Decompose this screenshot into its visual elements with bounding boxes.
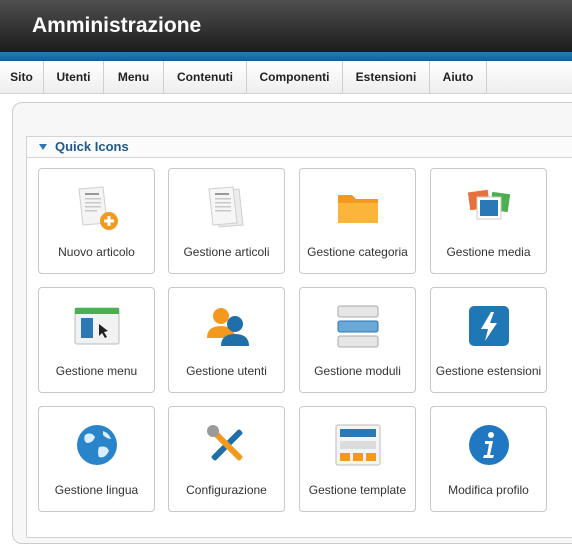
quick-icons-title: Quick Icons [55, 139, 129, 154]
tile-gestione-categoria[interactable]: Gestione categoria [299, 168, 416, 274]
quick-icons-header[interactable]: Quick Icons [27, 137, 572, 158]
main-menu: Sito Utenti Menu Contenuti Componenti Es… [0, 61, 572, 94]
tile-modifica-profilo[interactable]: Modifica profilo [430, 406, 547, 512]
info-icon [469, 425, 509, 465]
tile-gestione-moduli[interactable]: Gestione moduli [299, 287, 416, 393]
menu-item-componenti[interactable]: Componenti [247, 61, 343, 93]
tile-gestione-menu[interactable]: Gestione menu [38, 287, 155, 393]
collapse-arrow-icon[interactable] [39, 144, 47, 150]
menu-item-sito[interactable]: Sito [0, 61, 44, 93]
menu-item-contenuti[interactable]: Contenuti [164, 61, 247, 93]
tile-gestione-estensioni[interactable]: Gestione estensioni [430, 287, 547, 393]
menu-window-icon [74, 307, 120, 345]
tile-gestione-lingua[interactable]: Gestione lingua [38, 406, 155, 512]
extensions-icon [469, 306, 509, 346]
tile-label: Gestione template [308, 483, 407, 497]
tile-label: Modifica profilo [448, 483, 529, 497]
new-article-icon [78, 186, 118, 230]
modules-icon [337, 305, 379, 348]
tile-configurazione[interactable]: Configurazione [168, 406, 285, 512]
menu-item-menu[interactable]: Menu [104, 61, 164, 93]
header-bar: Amministrazione [0, 0, 572, 52]
template-icon [335, 424, 381, 466]
folder-icon [338, 195, 378, 223]
tile-label: Gestione media [446, 245, 531, 259]
media-icon [467, 189, 511, 220]
header-accent-line [0, 52, 572, 61]
users-icon [207, 308, 249, 346]
menu-item-aiuto[interactable]: Aiuto [430, 61, 487, 93]
tile-label: Gestione estensioni [435, 364, 542, 378]
tile-label: Configurazione [186, 483, 267, 497]
app-title: Amministrazione [32, 14, 202, 37]
articles-icon [208, 186, 244, 228]
quick-icons-panel: Quick Icons Nuovo articolo Gestione arti… [26, 136, 572, 538]
tile-label: Gestione menu [55, 364, 138, 378]
tile-label: Gestione utenti [186, 364, 267, 378]
tile-label: Gestione lingua [54, 483, 139, 497]
tile-gestione-media[interactable]: Gestione media [430, 168, 547, 274]
menu-item-estensioni[interactable]: Estensioni [343, 61, 430, 93]
tile-label: Gestione moduli [314, 364, 401, 378]
tile-label: Gestione categoria [307, 245, 408, 259]
tile-nuovo-articolo[interactable]: Nuovo articolo [38, 168, 155, 274]
tile-gestione-template[interactable]: Gestione template [299, 406, 416, 512]
globe-icon [77, 425, 117, 465]
menu-item-utenti[interactable]: Utenti [44, 61, 104, 93]
tile-label: Gestione articoli [183, 245, 270, 259]
tile-gestione-utenti[interactable]: Gestione utenti [168, 287, 285, 393]
tile-label: Nuovo articolo [58, 245, 135, 259]
tile-gestione-articoli[interactable]: Gestione articoli [168, 168, 285, 274]
tools-icon [207, 425, 243, 461]
